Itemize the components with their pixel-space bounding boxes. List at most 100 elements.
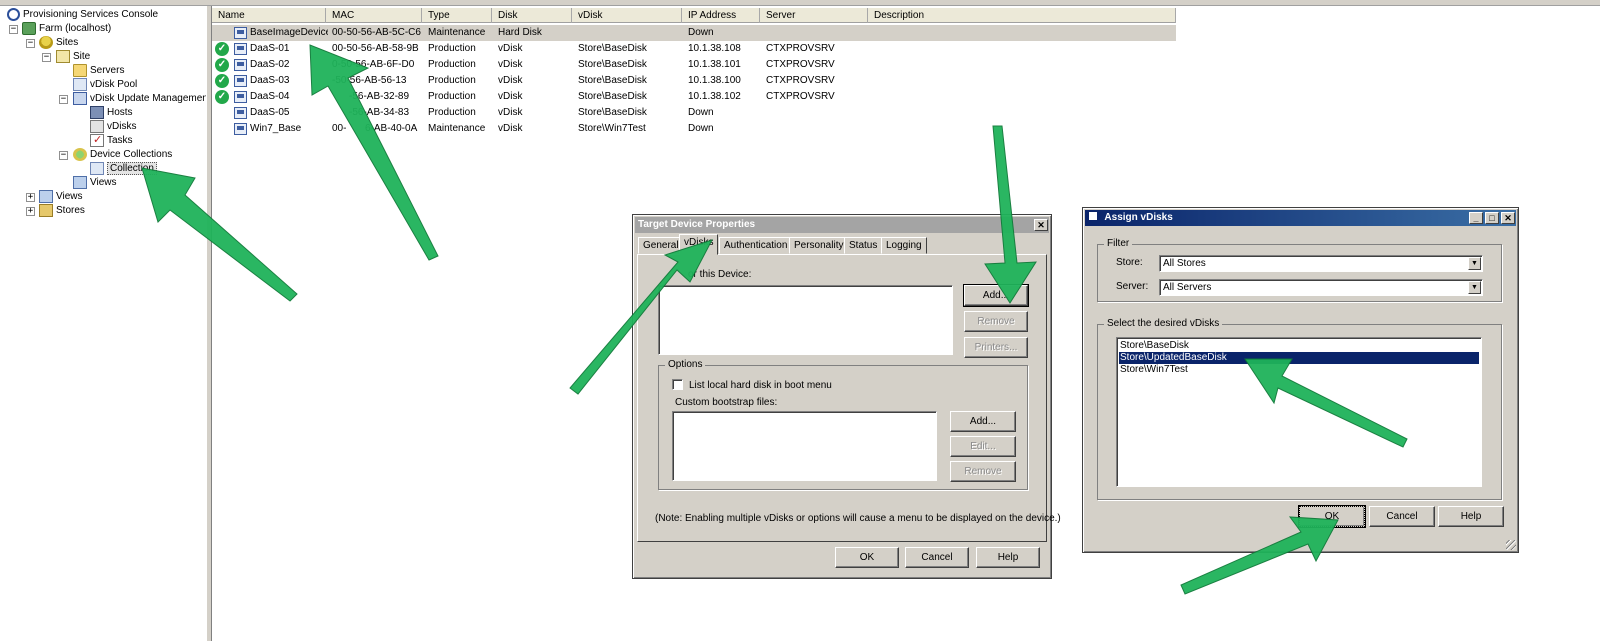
assign-cancel-button[interactable]: Cancel (1369, 506, 1435, 527)
column-header-vdisk[interactable]: vDisk (572, 8, 682, 23)
resize-grip-icon[interactable] (1506, 540, 1516, 550)
tree-device-collections-label: Device Collections (90, 148, 173, 160)
tree-farm[interactable]: Farm (localhost) (22, 21, 111, 35)
table-row[interactable]: DaaS-05 -56-AB-34-83 Production vDisk St… (212, 105, 1176, 121)
tab-vdisks[interactable]: vDisks (679, 234, 719, 255)
stores-expander[interactable]: + (26, 207, 35, 216)
table-row[interactable]: Win7_Base 00- 6-AB-40-0A Maintenance vDi… (212, 121, 1176, 137)
sites-expander[interactable]: − (26, 39, 35, 48)
assign-title-bar[interactable]: Assign vDisks _ □ ✕ (1085, 210, 1516, 226)
row-mac: 00- (332, 123, 347, 134)
store-filter-select[interactable]: All Stores ▼ (1159, 255, 1483, 272)
views-expander[interactable]: + (26, 193, 35, 202)
row-name: Win7_Base (250, 123, 302, 134)
tdp-help-button[interactable]: Help (976, 547, 1040, 568)
assign-help-button[interactable]: Help (1438, 506, 1504, 527)
tree-hosts[interactable]: Hosts (90, 105, 133, 119)
column-header-type[interactable]: Type (422, 8, 492, 23)
multiple-vdisk-note: (Note: Enabling multiple vDisks or optio… (655, 513, 1061, 524)
bootstrap-files-list[interactable] (672, 411, 937, 481)
server-filter-select[interactable]: All Servers ▼ (1159, 279, 1483, 296)
tree-vdisk-pool[interactable]: vDisk Pool (73, 77, 137, 91)
tree-views[interactable]: Views (39, 189, 83, 203)
tab-status[interactable]: Status (844, 237, 883, 254)
maximize-icon[interactable]: □ (1485, 212, 1499, 224)
row-disk: vDisk (498, 75, 523, 86)
tdp-cancel-button[interactable]: Cancel (905, 547, 969, 568)
minimize-icon[interactable]: _ (1469, 212, 1483, 224)
table-row[interactable]: ✓ DaaS-01 00-50-56-AB-58-9B Production v… (212, 41, 1176, 57)
row-disk: vDisk (498, 123, 523, 134)
list-item[interactable]: Store\Win7Test (1119, 364, 1479, 376)
tree-servers-label: Servers (90, 64, 125, 76)
chevron-down-icon[interactable]: ▼ (1468, 257, 1481, 270)
tab-logging[interactable]: Logging (881, 237, 927, 254)
tree-collection[interactable]: Collection (90, 161, 157, 175)
row-vdisk: Store\BaseDisk (578, 59, 647, 70)
device-collections-expander[interactable]: − (59, 151, 68, 160)
bootstrap-edit-button[interactable]: Edit... (950, 436, 1016, 457)
bootstrap-remove-button[interactable]: Remove (950, 461, 1016, 482)
vdisk-select-list[interactable]: Store\BaseDisk Store\UpdatedBaseDisk Sto… (1116, 337, 1482, 487)
row-mac-suffix: 6-AB-40-0A (365, 123, 418, 134)
tree-root[interactable]: Provisioning Services Console (7, 7, 158, 21)
row-disk: vDisk (498, 107, 523, 118)
printers-button[interactable]: Printers... (964, 337, 1028, 358)
device-vdisk-list[interactable] (658, 285, 953, 355)
column-header-ip[interactable]: IP Address (682, 8, 760, 23)
table-row[interactable]: ✓ DaaS-02 0-50-56-AB-6F-D0 Production vD… (212, 57, 1176, 73)
row-vdisk: Store\BaseDisk (578, 91, 647, 102)
tab-general[interactable]: General (638, 237, 684, 254)
column-header-name[interactable]: Name (212, 8, 326, 23)
tree-vdisks[interactable]: vDisks (90, 119, 136, 133)
assign-ok-button[interactable]: OK (1298, 505, 1366, 528)
console-tree[interactable]: Provisioning Services Console − Farm (lo… (0, 6, 211, 641)
row-name: DaaS-05 (250, 107, 290, 118)
tab-authentication[interactable]: Authentication (719, 237, 793, 254)
row-ip: Down (688, 123, 714, 134)
table-row[interactable]: BaseImageDevice 00-50-56-AB-5C-C6 Mainte… (212, 25, 1176, 41)
tdp-title-bar[interactable]: Target Device Properties ✕ (635, 217, 1049, 233)
row-type: Production (428, 43, 476, 54)
column-header-description[interactable]: Description (868, 8, 1176, 23)
table-row[interactable]: ✓ DaaS-04 -56-AB-32-89 Production vDisk … (212, 89, 1176, 105)
row-mac: 00-50-56-AB-58-9B (332, 43, 419, 54)
farm-expander[interactable]: − (9, 25, 18, 34)
tree-hosts-label: Hosts (107, 106, 133, 118)
active-check-icon: ✓ (215, 58, 229, 72)
filter-group-label: Filter (1104, 238, 1133, 250)
vdisk-update-expander[interactable]: − (59, 95, 68, 104)
tdp-tab-body: or this Device: Add... Remove Printers..… (637, 254, 1061, 542)
close-icon[interactable]: ✕ (1034, 219, 1048, 231)
close-icon[interactable]: ✕ (1501, 212, 1515, 224)
column-header-server[interactable]: Server (760, 8, 868, 23)
active-check-icon: ✓ (215, 42, 229, 56)
column-header-mac[interactable]: MAC (326, 8, 422, 23)
column-header-disk[interactable]: Disk (492, 8, 572, 23)
tdp-title: Target Device Properties (638, 219, 756, 230)
bootstrap-add-button[interactable]: Add... (950, 411, 1016, 432)
tree-vdisk-update-mgmt[interactable]: vDisk Update Management (73, 91, 211, 105)
site-expander[interactable]: − (42, 53, 51, 62)
add-vdisk-button[interactable]: Add... (963, 284, 1029, 307)
tree-stores[interactable]: Stores (39, 203, 85, 217)
chevron-down-icon[interactable]: ▼ (1468, 281, 1481, 294)
list-item[interactable]: Store\UpdatedBaseDisk (1119, 352, 1479, 364)
tree-tasks[interactable]: Tasks (90, 133, 133, 147)
tree-device-collections[interactable]: Device Collections (73, 147, 172, 161)
tree-servers[interactable]: Servers (73, 63, 124, 77)
tree-vdisk-update-label: vDisk Update Management (90, 92, 211, 104)
tree-vdisk-pool-label: vDisk Pool (90, 78, 138, 90)
active-check-icon: ✓ (215, 74, 229, 88)
table-row[interactable]: ✓ DaaS-03 -50-56-AB-56-13 Production vDi… (212, 73, 1176, 89)
collection-icon (90, 161, 104, 175)
list-item[interactable]: Store\BaseDisk (1119, 340, 1479, 352)
list-local-hd-checkbox[interactable] (672, 379, 683, 390)
remove-vdisk-button[interactable]: Remove (964, 311, 1028, 332)
tree-sites[interactable]: Sites (39, 35, 78, 49)
tree-site-views[interactable]: Views (73, 175, 117, 189)
tree-site[interactable]: Site (56, 49, 90, 63)
tab-personality[interactable]: Personality (789, 237, 849, 254)
tdp-ok-button[interactable]: OK (835, 547, 899, 568)
row-server: CTXPROVSRV (766, 75, 835, 86)
